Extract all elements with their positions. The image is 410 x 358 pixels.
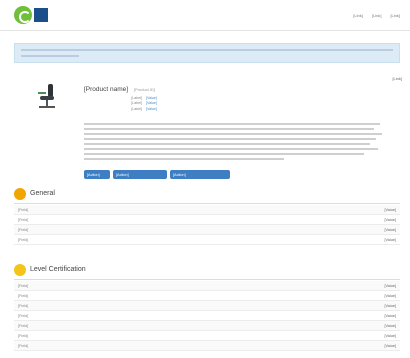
product-description: [84, 123, 384, 169]
table-key: [Field]: [18, 324, 29, 328]
table-value: [Value]: [384, 324, 396, 328]
table-key: [Field]: [18, 208, 29, 212]
nav-link[interactable]: [Link]: [372, 13, 382, 18]
table-value: [Value]: [384, 208, 396, 212]
table-key: [Field]: [18, 334, 29, 338]
meta-row: [Label] [Value]: [112, 96, 252, 101]
table-value: [Value]: [384, 344, 396, 348]
section-divider: [14, 203, 400, 204]
table-row: [Field] [Value]: [14, 235, 400, 245]
chair-arm-shape: [38, 92, 46, 94]
product-name: [Product name]: [84, 86, 129, 93]
alert-text-line: [21, 49, 393, 51]
meta-value-link[interactable]: [Value]: [146, 101, 157, 106]
table-row: [Field] [Value]: [14, 341, 400, 351]
general-table: [Field] [Value] [Field] [Value] [Field] …: [14, 205, 400, 245]
description-line: [84, 148, 378, 150]
table-row: [Field] [Value]: [14, 291, 400, 301]
table-value: [Value]: [384, 284, 396, 288]
table-value: [Value]: [384, 334, 396, 338]
meta-row: [Label] [Value]: [112, 101, 252, 106]
product-title: [Product name] [Product ID]: [84, 86, 155, 93]
table-value: [Value]: [384, 314, 396, 318]
table-row: [Field] [Value]: [14, 311, 400, 321]
certification-section-icon: [14, 264, 26, 276]
nav-link[interactable]: [Link]: [353, 13, 363, 18]
table-value: [Value]: [384, 228, 396, 232]
site-header: [Link] [Link] [Link]: [0, 0, 410, 30]
certification-table: [Field] [Value] [Field] [Value] [Field] …: [14, 281, 400, 351]
meta-key: [Label]: [131, 106, 142, 111]
meta-key: [Label]: [131, 101, 142, 106]
product-badge-link[interactable]: [Link]: [392, 76, 402, 81]
description-line: [84, 158, 284, 160]
table-key: [Field]: [18, 314, 29, 318]
partner-logo-icon[interactable]: [34, 8, 48, 22]
action-button[interactable]: [Action]: [113, 170, 167, 179]
description-line: [84, 123, 380, 125]
table-value: [Value]: [384, 218, 396, 222]
table-row: [Field] [Value]: [14, 215, 400, 225]
table-key: [Field]: [18, 294, 29, 298]
meta-row: [Label] [Value]: [112, 107, 252, 112]
header-nav: [Link] [Link] [Link]: [353, 13, 400, 18]
table-value: [Value]: [384, 294, 396, 298]
general-section-icon: [14, 188, 26, 200]
table-key: [Field]: [18, 304, 29, 308]
info-alert: [14, 43, 400, 63]
meta-key: [Label]: [131, 96, 142, 100]
description-line: [84, 128, 374, 130]
table-row: [Field] [Value]: [14, 331, 400, 341]
product-subtitle: [Product ID]: [133, 87, 156, 92]
chair-base-shape: [39, 106, 55, 108]
product-image: [36, 84, 58, 110]
table-key: [Field]: [18, 284, 29, 288]
general-section-title: General: [30, 190, 55, 197]
description-line: [84, 143, 370, 145]
description-line: [84, 153, 364, 155]
product-meta: [Label] [Value] [Label] [Value] [Label] …: [112, 96, 252, 112]
section-divider: [14, 279, 400, 280]
nav-link[interactable]: [Link]: [390, 13, 400, 18]
alert-text-line: [21, 55, 79, 57]
meta-value: [Value]: [146, 106, 157, 111]
table-row: [Field] [Value]: [14, 281, 400, 291]
table-key: [Field]: [18, 218, 29, 222]
table-key: [Field]: [18, 228, 29, 232]
description-line: [84, 138, 376, 140]
brand-logo-icon[interactable]: [14, 6, 32, 24]
meta-value-link[interactable]: [Value]: [146, 96, 157, 101]
table-row: [Field] [Value]: [14, 225, 400, 235]
certification-section-title: Level Certification: [30, 266, 86, 273]
table-row: [Field] [Value]: [14, 301, 400, 311]
table-row: [Field] [Value]: [14, 205, 400, 215]
action-button[interactable]: [Action]: [170, 170, 230, 179]
description-line: [84, 133, 382, 135]
table-value: [Value]: [384, 304, 396, 308]
table-key: [Field]: [18, 344, 29, 348]
table-key: [Field]: [18, 238, 29, 242]
table-row: [Field] [Value]: [14, 321, 400, 331]
header-divider: [0, 30, 410, 31]
product-actions: [Action] [Action] [Action]: [84, 170, 230, 179]
action-button[interactable]: [Action]: [84, 170, 110, 179]
table-value: [Value]: [384, 238, 396, 242]
